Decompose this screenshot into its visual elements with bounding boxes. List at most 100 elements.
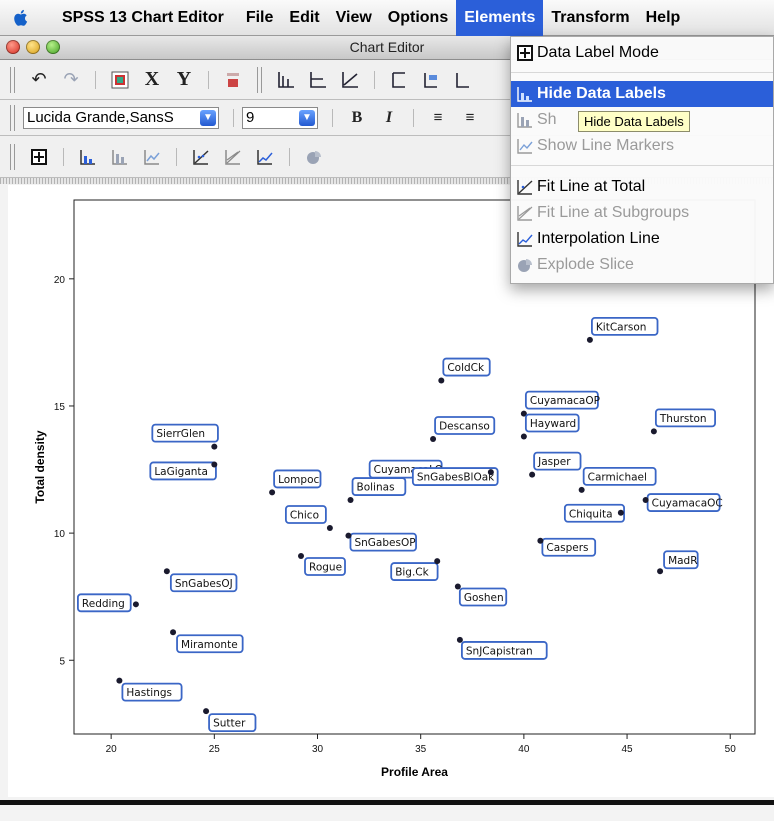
line-markers-icon bbox=[517, 138, 533, 154]
x-tick-label: 25 bbox=[209, 744, 221, 755]
menu-item-explode-slice[interactable]: Explode Slice bbox=[511, 252, 773, 278]
align-center-icon[interactable]: ≡ bbox=[457, 105, 483, 131]
properties-icon[interactable] bbox=[107, 67, 133, 93]
data-point bbox=[170, 629, 177, 636]
data-label: CuyamacaOP bbox=[530, 395, 600, 407]
explode-slice-icon[interactable] bbox=[301, 144, 327, 170]
font-family-select[interactable]: Lucida Grande,SansS ▼ bbox=[23, 106, 219, 129]
x-tick-label: 30 bbox=[312, 744, 324, 755]
bold-icon[interactable]: B bbox=[344, 105, 370, 131]
data-point bbox=[657, 568, 664, 575]
menu-transform[interactable]: Transform bbox=[543, 0, 637, 36]
data-label: Redding bbox=[82, 598, 125, 610]
menu-item-show-line-markers[interactable]: Show Line Markers bbox=[511, 133, 773, 159]
x-tick-label: 20 bbox=[106, 744, 118, 755]
menu-item-data-label-mode[interactable]: Data Label Mode bbox=[511, 40, 773, 66]
data-label: Miramonte bbox=[181, 639, 238, 651]
select-x-axis-icon[interactable]: X bbox=[139, 67, 165, 93]
data-label: SnGabesBlOak bbox=[417, 472, 495, 484]
menu-elements[interactable]: Elements bbox=[456, 0, 544, 36]
menu-options[interactable]: Options bbox=[380, 0, 456, 36]
y-axis-label: Total density bbox=[33, 430, 47, 503]
data-point bbox=[529, 471, 536, 478]
menu-view[interactable]: View bbox=[328, 0, 380, 36]
menu-item-hide-data-labels[interactable]: Hide Data Labels bbox=[511, 81, 773, 107]
data-point bbox=[211, 461, 218, 468]
data-label: SierrGlen bbox=[156, 428, 205, 440]
bar-chart-icon[interactable] bbox=[107, 144, 133, 170]
apple-menu-icon[interactable] bbox=[10, 7, 32, 29]
data-label: ColdCk bbox=[447, 362, 485, 374]
menu-item-fit-line-subgroups[interactable]: Fit Line at Subgroups bbox=[511, 200, 773, 226]
data-point bbox=[617, 509, 624, 516]
equation-line-icon[interactable] bbox=[337, 67, 363, 93]
data-point bbox=[537, 537, 544, 544]
data-label: Bolinas bbox=[357, 482, 395, 494]
font-size-value: 9 bbox=[246, 109, 255, 126]
interpolation-icon[interactable] bbox=[252, 144, 278, 170]
toolbar-grip[interactable] bbox=[10, 104, 15, 131]
y-tick-label: 10 bbox=[54, 529, 66, 540]
menu-bar: SPSS 13 Chart Editor File Edit View Opti… bbox=[0, 0, 774, 36]
data-label: Hastings bbox=[126, 687, 172, 699]
toolbar-grip[interactable] bbox=[10, 143, 15, 170]
data-point bbox=[642, 497, 649, 504]
fit-subgroups-icon bbox=[517, 205, 533, 221]
x-reference-line-icon[interactable] bbox=[273, 67, 299, 93]
font-size-select[interactable]: 9 ▼ bbox=[242, 106, 318, 129]
x-tick-label: 40 bbox=[518, 744, 530, 755]
text-box-icon[interactable] bbox=[450, 67, 476, 93]
menu-item-fit-line-total[interactable]: Fit Line at Total bbox=[511, 174, 773, 200]
scale-icon[interactable] bbox=[220, 67, 246, 93]
data-point bbox=[578, 486, 585, 493]
data-label: Rogue bbox=[309, 562, 342, 574]
data-point bbox=[586, 336, 593, 343]
fit-line-icon[interactable] bbox=[188, 144, 214, 170]
fit-subgroups-icon[interactable] bbox=[220, 144, 246, 170]
data-point bbox=[520, 433, 527, 440]
annotation-icon[interactable] bbox=[418, 67, 444, 93]
data-label: Carmichael bbox=[588, 471, 647, 483]
select-y-axis-icon[interactable]: Y bbox=[171, 67, 197, 93]
data-point bbox=[456, 636, 463, 643]
menu-edit[interactable]: Edit bbox=[281, 0, 327, 36]
redo-icon[interactable]: ↷ bbox=[58, 67, 84, 93]
menu-item-interpolation-line[interactable]: Interpolation Line bbox=[511, 226, 773, 252]
undo-icon[interactable]: ↶ bbox=[26, 67, 52, 93]
data-label: SnJCapistran bbox=[466, 645, 533, 657]
data-point bbox=[203, 708, 210, 715]
show-data-labels-icon[interactable] bbox=[75, 144, 101, 170]
chevron-down-icon: ▼ bbox=[299, 109, 315, 126]
italic-icon[interactable]: I bbox=[376, 105, 402, 131]
data-label: Jasper bbox=[537, 456, 571, 468]
line-markers-icon[interactable] bbox=[139, 144, 165, 170]
data-label: KitCarson bbox=[596, 321, 647, 333]
data-point bbox=[116, 677, 123, 684]
data-label: Lompoc bbox=[278, 474, 319, 486]
y-tick-label: 5 bbox=[59, 656, 65, 667]
menu-help[interactable]: Help bbox=[638, 0, 689, 36]
data-point bbox=[487, 469, 494, 476]
x-axis-label: Profile Area bbox=[381, 765, 448, 779]
canvas-bottom-border bbox=[0, 800, 774, 805]
menu-file[interactable]: File bbox=[238, 0, 282, 36]
data-label: LaGiganta bbox=[154, 466, 208, 478]
data-label: Thurston bbox=[659, 413, 707, 425]
data-point bbox=[269, 489, 276, 496]
chevron-down-icon: ▼ bbox=[200, 109, 216, 126]
data-point bbox=[345, 532, 352, 539]
data-label: SnGabesOP bbox=[354, 537, 415, 549]
align-left-icon[interactable]: ≡ bbox=[425, 105, 451, 131]
interpolation-icon bbox=[517, 231, 533, 247]
data-point bbox=[434, 558, 441, 565]
data-point bbox=[650, 428, 657, 435]
y-reference-line-icon[interactable] bbox=[305, 67, 331, 93]
toolbar-grip[interactable] bbox=[10, 66, 15, 93]
title-icon[interactable] bbox=[386, 67, 412, 93]
data-point bbox=[454, 583, 461, 590]
y-tick-label: 20 bbox=[54, 275, 66, 286]
data-label-mode-icon[interactable] bbox=[26, 144, 52, 170]
bar-chart-icon bbox=[517, 112, 533, 128]
y-tick-label: 15 bbox=[54, 402, 66, 413]
app-name-menu[interactable]: SPSS 13 Chart Editor bbox=[54, 0, 232, 36]
